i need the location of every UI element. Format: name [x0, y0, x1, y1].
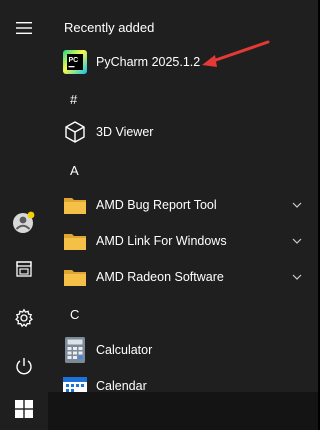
documents-icon — [15, 260, 33, 278]
settings-gear-icon — [14, 308, 34, 328]
folder-icon — [62, 192, 88, 218]
app-item-amd-bug-report-tool[interactable]: AMD Bug Report Tool — [48, 187, 316, 223]
app-item-calculator[interactable]: Calculator — [48, 332, 316, 368]
chevron-down-icon[interactable] — [292, 200, 302, 210]
power-icon — [14, 356, 34, 376]
expand-menu-button[interactable] — [0, 8, 48, 48]
app-label-amd-link-for-windows: AMD Link For Windows — [96, 234, 227, 248]
start-menu: Recently added PC PyCharm 2025.1.2 # 3D … — [0, 0, 318, 430]
3d-cube-icon — [62, 119, 88, 145]
app-item-3d-viewer[interactable]: 3D Viewer — [48, 114, 316, 150]
section-header-hash[interactable]: # — [70, 91, 77, 109]
calculator-icon — [62, 337, 88, 363]
documents-button[interactable] — [0, 249, 48, 289]
start-rail — [0, 0, 48, 430]
app-item-amd-radeon-software[interactable]: AMD Radeon Software — [48, 259, 316, 295]
section-header-c[interactable]: C — [70, 306, 79, 324]
app-item-amd-link-for-windows[interactable]: AMD Link For Windows — [48, 223, 316, 259]
taskbar-area — [48, 392, 318, 430]
chevron-down-icon[interactable] — [292, 272, 302, 282]
settings-button[interactable] — [0, 298, 48, 338]
app-label-amd-radeon-software: AMD Radeon Software — [96, 270, 224, 284]
user-avatar-icon — [11, 209, 37, 235]
chevron-down-icon[interactable] — [292, 236, 302, 246]
pycharm-icon-text: PC — [69, 57, 79, 64]
user-account-button[interactable] — [0, 202, 48, 242]
app-label-amd-bug-report-tool: AMD Bug Report Tool — [96, 198, 217, 212]
section-header-recently-added: Recently added — [64, 20, 155, 35]
app-label-calculator: Calculator — [96, 343, 153, 357]
app-list: Recently added PC PyCharm 2025.1.2 # 3D … — [48, 0, 318, 430]
pycharm-icon: PC — [62, 49, 88, 75]
app-label-pycharm: PyCharm 2025.1.2 — [96, 55, 201, 69]
windows-logo-icon — [15, 399, 33, 423]
annotation-arrow — [202, 40, 270, 67]
hamburger-menu-icon — [15, 21, 33, 35]
folder-icon — [62, 228, 88, 254]
power-button[interactable] — [0, 346, 48, 386]
app-label-3d-viewer: 3D Viewer — [96, 125, 154, 139]
folder-icon — [62, 264, 88, 290]
start-button[interactable] — [0, 392, 48, 430]
section-header-a[interactable]: A — [70, 162, 79, 180]
